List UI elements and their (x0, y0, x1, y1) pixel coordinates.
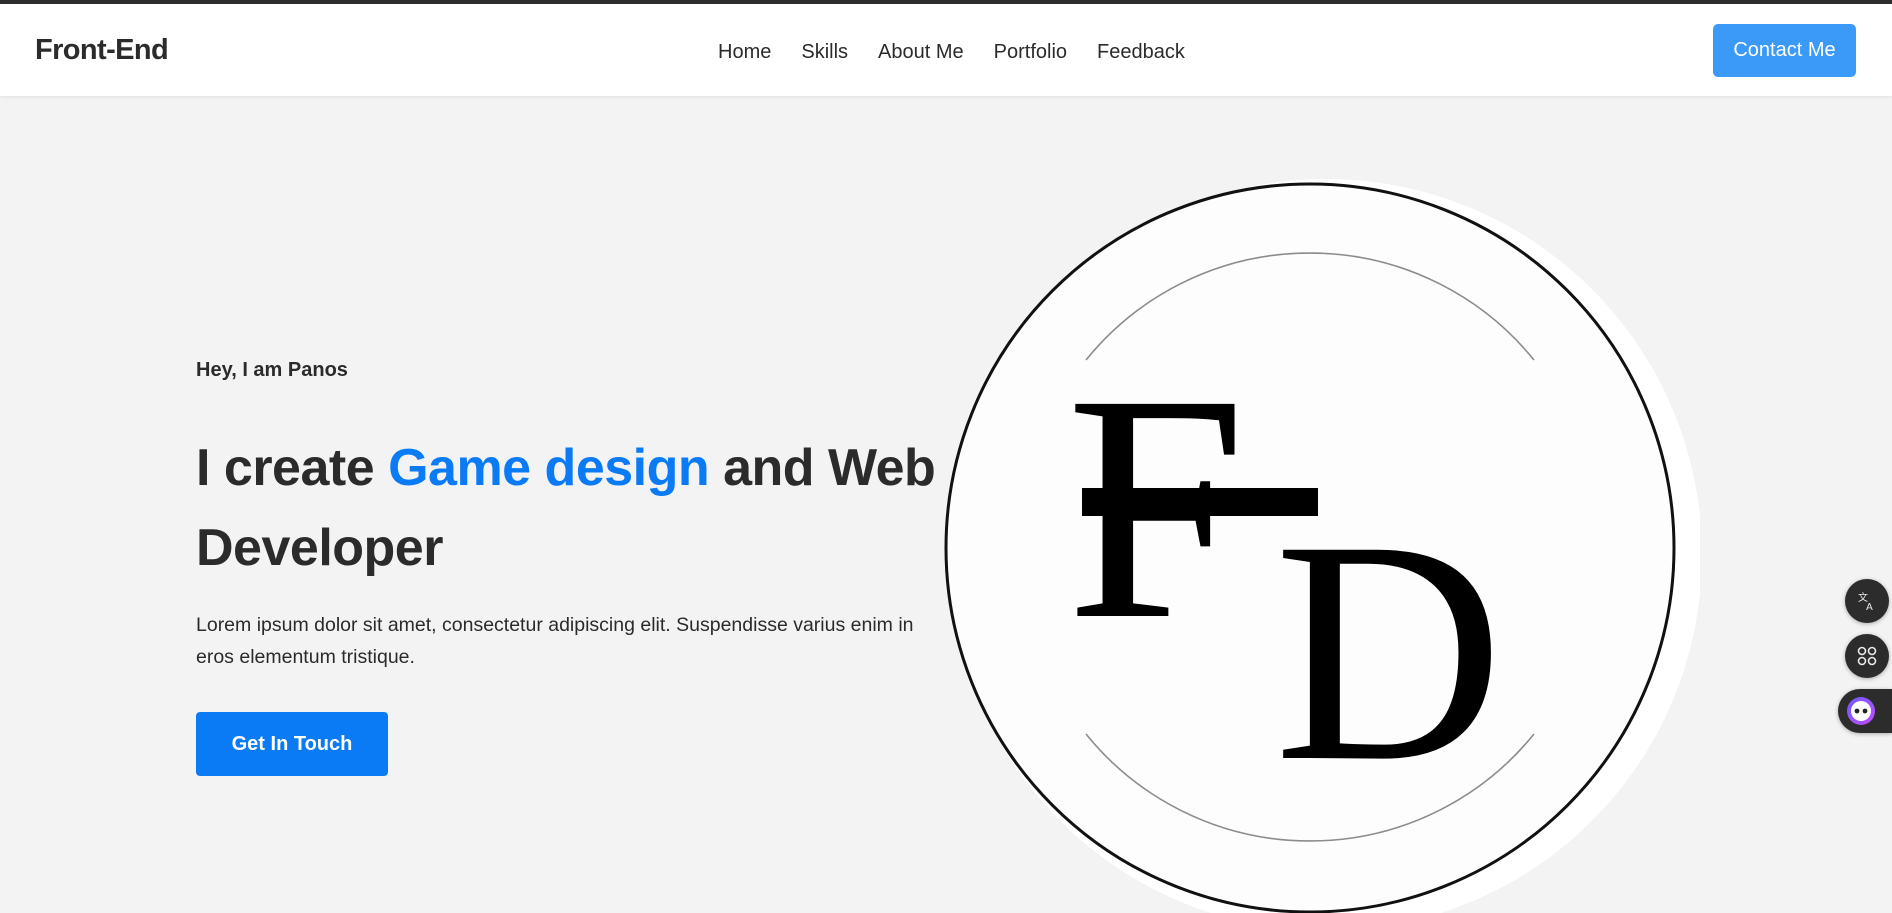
apps-grid-icon (1857, 646, 1877, 666)
fd-logo-graphic: F D (944, 179, 1700, 913)
nav-item-portfolio[interactable]: Portfolio (994, 41, 1067, 64)
hero-title-accent: Game design (388, 439, 710, 497)
nav-links: Home Skills About Me Portfolio Feedback (718, 41, 1215, 64)
nav-item-feedback[interactable]: Feedback (1097, 41, 1185, 64)
hero-greeting: Hey, I am Panos (196, 359, 348, 381)
translate-button[interactable]: 文 A (1845, 579, 1889, 623)
assistant-button[interactable] (1838, 689, 1892, 733)
hero-title: I create Game design and Web Developer (196, 428, 956, 588)
nav-item-about-me[interactable]: About Me (878, 41, 964, 64)
get-in-touch-button[interactable]: Get In Touch (196, 712, 388, 776)
brand-logo[interactable]: Front-End (35, 34, 169, 67)
translate-icon: 文 A (1858, 591, 1873, 612)
nav-item-home[interactable]: Home (718, 41, 771, 64)
fd-logo-image: F D (940, 176, 1700, 913)
hero-description: Lorem ipsum dolor sit amet, consectetur … (196, 614, 914, 668)
logo-letter-d: D (1274, 475, 1504, 827)
svg-text:A: A (1866, 602, 1873, 612)
logo-crossbar (1082, 488, 1318, 516)
hero-title-pre: I create (196, 439, 389, 497)
apps-button[interactable] (1845, 634, 1889, 678)
contact-me-button[interactable]: Contact Me (1713, 24, 1856, 77)
nav-item-skills[interactable]: Skills (801, 41, 848, 64)
assistant-icon (1847, 697, 1875, 725)
navbar: Front-End Home Skills About Me Portfolio… (0, 4, 1892, 96)
